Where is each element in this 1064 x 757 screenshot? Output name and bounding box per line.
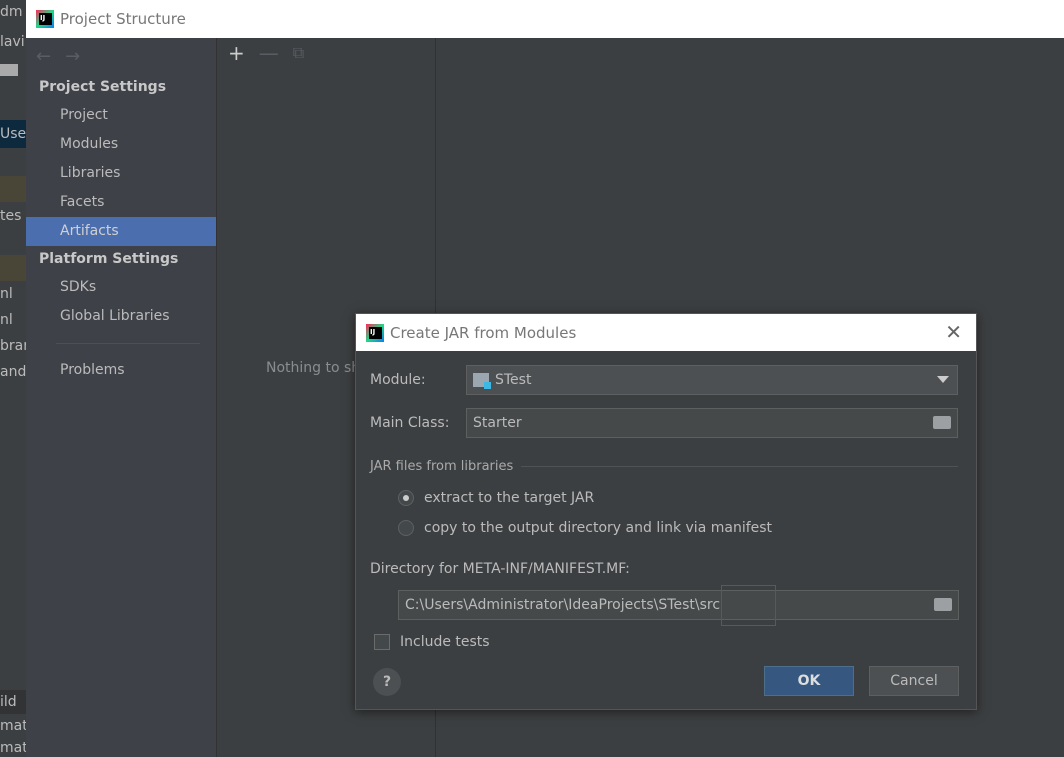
include-tests-checkbox[interactable]: Include tests <box>374 634 490 650</box>
bg-highlight <box>0 255 26 281</box>
group-label: JAR files from libraries <box>370 459 514 474</box>
sidebar-item-libraries[interactable]: Libraries <box>26 159 216 188</box>
back-arrow-icon[interactable]: ← <box>36 46 51 67</box>
main-class-label: Main Class: <box>370 415 450 431</box>
dialog-title: Create JAR from Modules <box>390 323 577 342</box>
sidebar-item-problems[interactable]: Problems <box>26 356 216 385</box>
bg-fragment: tes <box>0 208 22 224</box>
bg-fragment: nl <box>0 312 13 328</box>
bg-fragment: lavi <box>0 34 25 50</box>
bg-fragment: and <box>0 364 26 380</box>
main-class-value: Starter <box>473 415 522 431</box>
bg-fragment: mati <box>0 740 26 756</box>
bg-fragment: brar <box>0 338 26 354</box>
folder-icon <box>0 64 18 76</box>
bg-fragment: Users <box>0 120 26 148</box>
module-value: STest <box>495 372 532 388</box>
section-project-settings: Project Settings <box>39 79 167 95</box>
bg-fragment: ild <box>0 690 26 714</box>
background-ide-window: dm lavi Users tes nl nl brar and ild mat… <box>0 0 26 757</box>
window-titlebar: Project Structure <box>26 0 1064 38</box>
sidebar-item-artifacts[interactable]: Artifacts <box>26 217 216 246</box>
ok-button[interactable]: OK <box>764 666 854 696</box>
intellij-logo-icon <box>366 323 384 342</box>
copy-icon[interactable]: ⧉ <box>293 43 304 63</box>
create-jar-dialog: Create JAR from Modules ✕ Module: STest … <box>355 313 977 710</box>
radio-extract[interactable]: extract to the target JAR <box>398 490 594 506</box>
sidebar-item-facets[interactable]: Facets <box>26 188 216 217</box>
checkbox[interactable] <box>374 634 390 650</box>
sidebar: ← → Project Settings Project Modules Lib… <box>26 38 217 757</box>
browse-folder-icon[interactable] <box>934 598 952 611</box>
intellij-logo-icon <box>36 10 54 28</box>
radio-copy-label: copy to the output directory and link vi… <box>424 520 773 536</box>
chevron-down-icon <box>937 376 949 383</box>
add-icon[interactable]: + <box>228 41 245 65</box>
bg-fragment: dm <box>0 4 23 20</box>
main-class-input[interactable]: Starter <box>466 408 958 438</box>
module-label: Module: <box>370 372 426 388</box>
sidebar-item-global-libraries[interactable]: Global Libraries <box>26 302 216 331</box>
section-platform-settings: Platform Settings <box>39 251 179 267</box>
bg-fragment: mati <box>0 718 26 734</box>
sidebar-item-modules[interactable]: Modules <box>26 130 216 159</box>
include-tests-label: Include tests <box>400 634 490 650</box>
remove-icon[interactable]: — <box>259 41 279 65</box>
manifest-directory-input[interactable]: C:\Users\Administrator\IdeaProjects\STes… <box>398 590 959 620</box>
bg-fragment: nl <box>0 286 13 302</box>
annotation-red-box <box>721 585 776 626</box>
sidebar-item-project[interactable]: Project <box>26 101 216 130</box>
module-dropdown[interactable]: STest <box>466 365 958 395</box>
dir-label: Directory for META-INF/MANIFEST.MF: <box>370 561 630 577</box>
divider <box>56 343 200 344</box>
help-button[interactable]: ? <box>373 668 401 696</box>
bg-highlight <box>0 176 26 202</box>
sidebar-item-sdks[interactable]: SDKs <box>26 273 216 302</box>
window-title: Project Structure <box>60 10 186 28</box>
forward-arrow-icon[interactable]: → <box>65 46 80 67</box>
radio-button-checked[interactable] <box>398 490 414 506</box>
jar-files-group: JAR files from libraries <box>370 459 958 474</box>
radio-extract-label: extract to the target JAR <box>424 490 595 506</box>
manifest-directory-value: C:\Users\Administrator\IdeaProjects\STes… <box>405 597 721 613</box>
module-folder-icon <box>473 373 491 389</box>
radio-button[interactable] <box>398 520 414 536</box>
browse-folder-icon[interactable] <box>933 416 951 429</box>
close-icon[interactable]: ✕ <box>945 320 962 344</box>
dialog-titlebar: Create JAR from Modules ✕ <box>356 314 976 351</box>
radio-copy[interactable]: copy to the output directory and link vi… <box>398 520 772 536</box>
cancel-button[interactable]: Cancel <box>869 666 959 696</box>
